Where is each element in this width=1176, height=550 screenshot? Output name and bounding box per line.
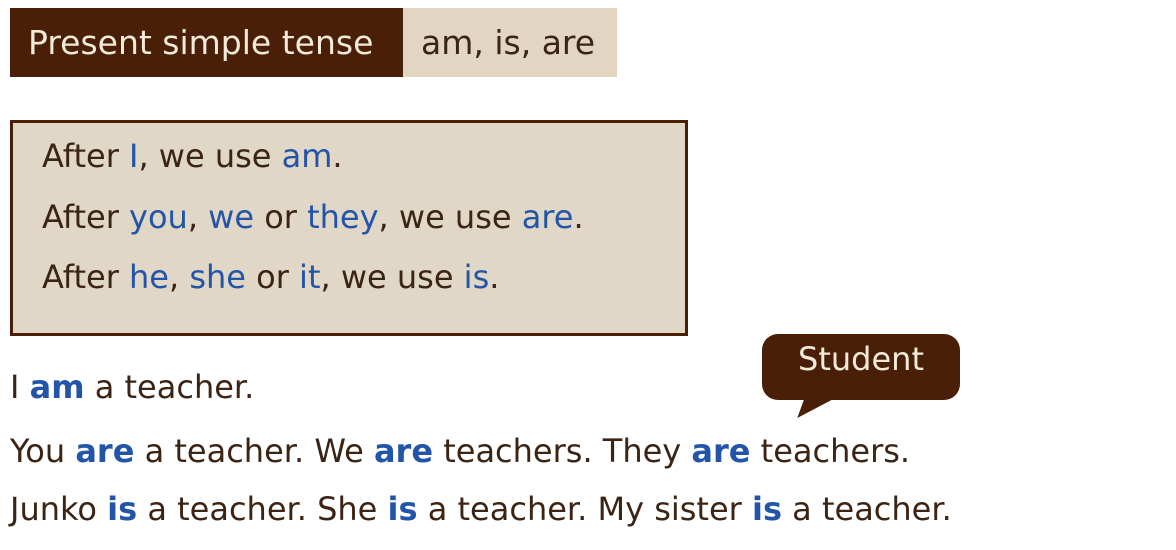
speech-bubble-label: Student [798, 340, 924, 378]
rule-text: . [489, 258, 500, 296]
rule-text: , [187, 198, 209, 236]
example-sentence-am: I am a teacher. [10, 368, 254, 406]
rule-subject: they [307, 198, 379, 236]
example-text: I [10, 368, 30, 406]
example-sentence-are: You are a teacher. We are teachers. They… [10, 432, 910, 470]
example-verb: are [691, 432, 751, 470]
rule-text: , we use [320, 258, 464, 296]
rule-subject: we [208, 198, 255, 236]
rule-text: After [42, 258, 130, 296]
rule-text: , we use [138, 137, 282, 175]
rule-line-are: After you, we or they, we use are. [42, 198, 584, 236]
rule-subject: you [129, 198, 188, 236]
rule-verb: is [463, 258, 490, 296]
rule-text: , we use [378, 198, 522, 236]
header-subtitle: am, is, are [403, 8, 617, 77]
header-title: Present simple tense [10, 8, 403, 77]
rule-subject: he [129, 258, 169, 296]
example-verb: are [373, 432, 434, 470]
header-title-text: Present simple tense [28, 23, 374, 62]
example-text: You [10, 432, 76, 470]
rule-verb: am [281, 137, 333, 175]
rule-line-am: After I, we use am. [42, 137, 343, 175]
example-text: a teacher. My sister [417, 490, 752, 528]
example-verb: is [751, 490, 782, 528]
example-verb: is [387, 490, 418, 528]
example-text: a teacher. We [134, 432, 374, 470]
header-tag: Present simple tense am, is, are [10, 8, 617, 77]
rule-box: After I, we use am. After you, we or the… [10, 120, 688, 336]
example-verb: is [107, 490, 138, 528]
rule-subject: it [299, 258, 321, 296]
rule-text: . [332, 137, 343, 175]
rule-verb: are [521, 198, 574, 236]
header-subtitle-text: am, is, are [421, 23, 596, 62]
example-verb: are [75, 432, 135, 470]
example-text: a teacher. [84, 368, 255, 406]
rule-line-is: After he, she or it, we use is. [42, 258, 499, 296]
rule-text: , [168, 258, 190, 296]
rule-text: or [245, 258, 300, 296]
example-text: a teacher. [782, 490, 952, 528]
rule-text: After [42, 198, 130, 236]
example-text: a teacher. She [137, 490, 388, 528]
rule-text: After [42, 137, 130, 175]
example-text: teachers. They [433, 432, 692, 470]
example-text: Junko [10, 490, 108, 528]
example-verb: am [29, 368, 85, 406]
rule-subject: she [189, 258, 246, 296]
rule-text: . [573, 198, 584, 236]
example-text: teachers. [750, 432, 911, 470]
example-sentence-is: Junko is a teacher. She is a teacher. My… [10, 490, 952, 528]
student-speech-bubble: Student [762, 334, 960, 418]
rule-text: or [254, 198, 308, 236]
